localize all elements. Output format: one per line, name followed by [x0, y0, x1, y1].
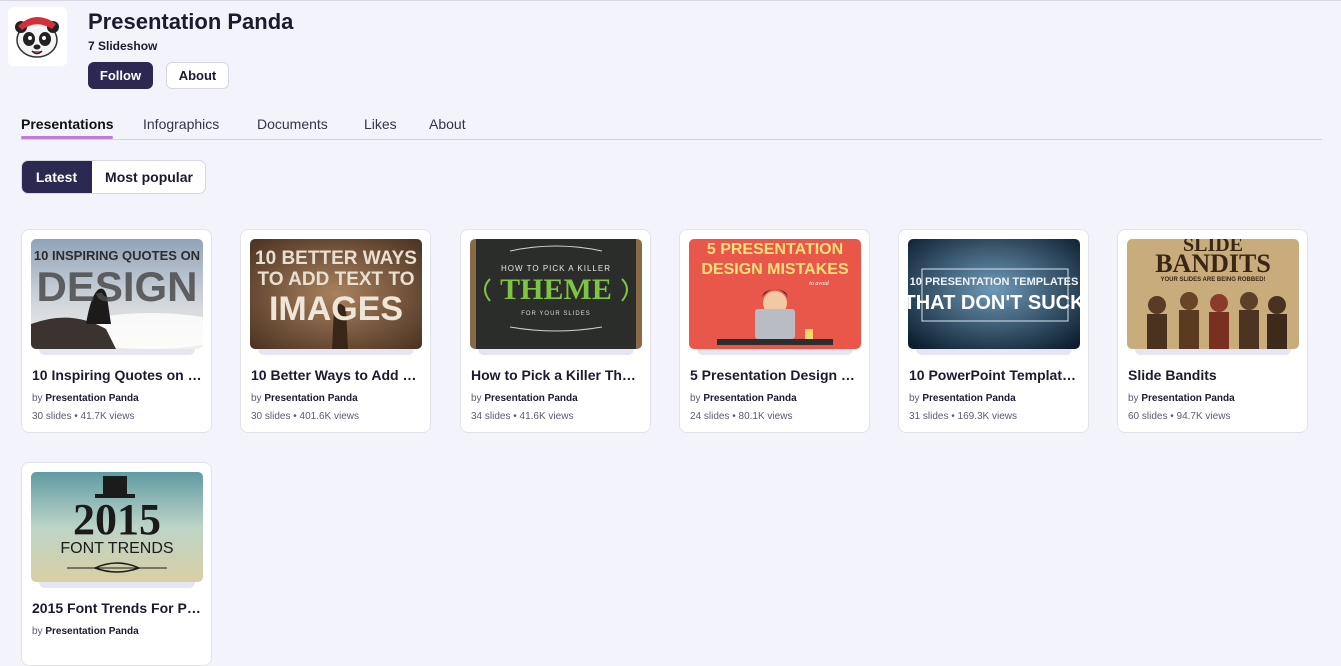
- tab-about[interactable]: About: [429, 116, 466, 132]
- card-stats: 34 slides • 41.6K views: [471, 411, 574, 422]
- presentation-card[interactable]: 10 PRESENTATION TEMPLATES THAT DON'T SUC…: [898, 229, 1089, 433]
- thumb-text: BANDITS: [1155, 249, 1271, 278]
- card-title[interactable]: 10 Inspiring Quotes on …: [32, 367, 204, 383]
- thumb-text: DESIGN MISTAKES: [701, 261, 849, 278]
- thumb-text: to avoid: [809, 281, 829, 287]
- presentation-thumbnail[interactable]: 10 INSPIRING QUOTES ON DESIGN: [31, 239, 203, 349]
- card-author: by Presentation Panda: [32, 393, 139, 404]
- follow-button[interactable]: Follow: [88, 62, 153, 89]
- panda-logo-icon[interactable]: [8, 7, 67, 66]
- tab-presentations[interactable]: Presentations: [21, 116, 114, 132]
- card-author: by Presentation Panda: [1128, 393, 1235, 404]
- thumb-text: FOR YOUR SLIDES: [521, 311, 591, 317]
- profile-subtitle: 7 Slideshow: [88, 39, 158, 53]
- presentation-card[interactable]: SLIDE BANDITS YOUR SLIDES ARE BEING ROBB…: [1117, 229, 1308, 433]
- presentation-card[interactable]: HOW TO PICK A KILLER THEME FOR YOUR SLID…: [460, 229, 651, 433]
- sort-toggle: Latest Most popular: [21, 160, 206, 194]
- thumb-text: FONT TRENDS: [60, 540, 173, 557]
- thumb-text: 10 BETTER WAYS: [255, 248, 417, 269]
- presentation-card[interactable]: 2015 FONT TRENDS 2015 Font Trends For Pr…: [21, 462, 212, 666]
- presentation-thumbnail[interactable]: HOW TO PICK A KILLER THEME FOR YOUR SLID…: [470, 239, 642, 349]
- card-title[interactable]: 2015 Font Trends For Pr…: [32, 600, 204, 616]
- card-author: by Presentation Panda: [909, 393, 1016, 404]
- thumb-text: HOW TO PICK A KILLER: [501, 264, 611, 273]
- thumb-text: THAT DON'T SUCK: [908, 292, 1080, 314]
- profile-name: Presentation Panda: [88, 9, 294, 34]
- sort-latest-button[interactable]: Latest: [22, 161, 92, 193]
- card-stats: 31 slides • 169.3K views: [909, 411, 1018, 422]
- card-stats: 30 slides • 41.7K views: [32, 411, 135, 422]
- presentation-thumbnail[interactable]: SLIDE BANDITS YOUR SLIDES ARE BEING ROBB…: [1127, 239, 1299, 349]
- card-title[interactable]: 5 Presentation Design …: [690, 367, 862, 383]
- tab-infographics[interactable]: Infographics: [143, 116, 219, 132]
- presentation-card[interactable]: 5 PRESENTATION DESIGN MISTAKES to avoid …: [679, 229, 870, 433]
- thumb-text: DESIGN: [36, 263, 197, 310]
- tabs-divider: [21, 139, 1322, 140]
- presentation-thumbnail[interactable]: 2015 FONT TRENDS: [31, 472, 203, 582]
- author-link[interactable]: Presentation Panda: [264, 393, 357, 404]
- thumb-text: YOUR SLIDES ARE BEING ROBBED!: [1160, 277, 1265, 283]
- author-link[interactable]: Presentation Panda: [922, 393, 1015, 404]
- card-title[interactable]: 10 PowerPoint Templat…: [909, 367, 1081, 383]
- thumb-text: THEME: [500, 273, 612, 306]
- card-author: by Presentation Panda: [690, 393, 797, 404]
- presentation-card[interactable]: 10 BETTER WAYS TO ADD TEXT TO IMAGES 10 …: [240, 229, 431, 433]
- card-author: by Presentation Panda: [32, 626, 139, 637]
- card-title[interactable]: 10 Better Ways to Add T…: [251, 367, 423, 383]
- thumb-text: 2015: [73, 495, 161, 544]
- card-stats: 60 slides • 94.7K views: [1128, 411, 1231, 422]
- author-link[interactable]: Presentation Panda: [1141, 393, 1234, 404]
- tab-documents[interactable]: Documents: [257, 116, 328, 132]
- presentation-thumbnail[interactable]: 10 BETTER WAYS TO ADD TEXT TO IMAGES: [250, 239, 422, 349]
- tab-likes[interactable]: Likes: [364, 116, 397, 132]
- card-stats: 30 slides • 401.6K views: [251, 411, 360, 422]
- top-border: [0, 0, 1341, 1]
- presentation-thumbnail[interactable]: 5 PRESENTATION DESIGN MISTAKES to avoid: [689, 239, 861, 349]
- about-button[interactable]: About: [166, 62, 229, 89]
- sort-most-popular-button[interactable]: Most popular: [92, 161, 205, 193]
- thumb-text: TO ADD TEXT TO: [258, 269, 415, 290]
- presentation-thumbnail[interactable]: 10 PRESENTATION TEMPLATES THAT DON'T SUC…: [908, 239, 1080, 349]
- thumb-text: 5 PRESENTATION: [707, 241, 843, 258]
- author-link[interactable]: Presentation Panda: [45, 393, 138, 404]
- thumb-text: 10 INSPIRING QUOTES ON: [34, 248, 200, 263]
- author-link[interactable]: Presentation Panda: [703, 393, 796, 404]
- thumb-text: 10 PRESENTATION TEMPLATES: [910, 276, 1079, 288]
- card-stats: 24 slides • 80.1K views: [690, 411, 793, 422]
- card-author: by Presentation Panda: [471, 393, 578, 404]
- presentation-card[interactable]: 10 INSPIRING QUOTES ON DESIGN 10 Inspiri…: [21, 229, 212, 433]
- author-link[interactable]: Presentation Panda: [484, 393, 577, 404]
- card-title[interactable]: Slide Bandits: [1128, 367, 1300, 383]
- thumb-text: IMAGES: [269, 290, 403, 328]
- card-author: by Presentation Panda: [251, 393, 358, 404]
- card-title[interactable]: How to Pick a Killer The…: [471, 367, 643, 383]
- author-link[interactable]: Presentation Panda: [45, 626, 138, 637]
